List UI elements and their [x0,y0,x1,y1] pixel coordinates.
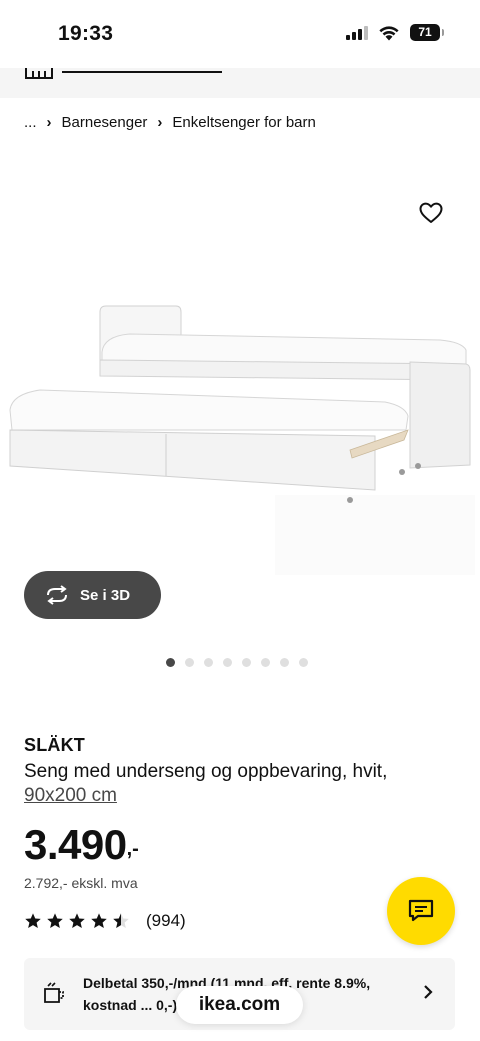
chat-icon [408,899,434,922]
carousel-dot[interactable] [242,658,251,667]
rating[interactable]: (994) [24,911,186,931]
carousel-dot[interactable] [261,658,270,667]
battery-icon: 71 [410,24,444,41]
carousel-dot[interactable] [166,658,175,667]
product-name: SLÄKT [24,735,85,755]
wifi-icon [379,25,399,40]
signal-icon [346,25,368,40]
carousel-dot[interactable] [299,658,308,667]
rating-count: (994) [146,911,186,930]
star-full-icon [47,913,63,929]
carousel-dot[interactable] [185,658,194,667]
price-main: 3.490 [24,821,127,868]
carousel-dot[interactable] [223,658,232,667]
chevron-right-icon: › [46,114,52,131]
rotate-3d-icon [47,585,67,605]
star-half-icon [113,913,129,929]
price-ex-vat: 2.792,- ekskl. mva [24,875,138,891]
price-suffix: ,- [126,838,139,860]
status-time: 19:33 [58,22,114,45]
header-strip [0,68,480,98]
view-3d-button[interactable]: Se i 3D [24,571,161,619]
price: 3.490 ,- [24,822,139,868]
view-3d-label: Se i 3D [80,586,131,604]
breadcrumb: ... › Barnesenger › Enkeltsenger for bar… [24,114,316,131]
heart-icon [419,202,443,223]
product-size-link[interactable]: 90x200 cm [24,784,117,808]
breadcrumb-ellipsis[interactable]: ... [24,114,37,131]
status-icons: 71 [346,24,444,41]
product-description: Seng med underseng og oppbevaring, hvit, [24,761,388,782]
star-full-icon [69,913,85,929]
chevron-right-icon [424,985,433,999]
store-icon [25,68,53,79]
carousel-dot[interactable] [280,658,289,667]
product-image[interactable] [0,290,480,580]
image-carousel-dots [166,658,308,667]
carousel-dot[interactable] [204,658,213,667]
header-link-underline [62,71,222,73]
star-full-icon [25,913,41,929]
breadcrumb-item-enkeltsenger[interactable]: Enkeltsenger for barn [172,114,315,131]
chevron-right-icon: › [157,114,163,131]
chat-button[interactable] [387,877,455,945]
favorite-button[interactable] [416,198,446,228]
payment-icon [44,982,64,1003]
browser-url-pill[interactable]: ikea.com [176,986,303,1024]
status-bar: 19:33 71 [0,0,480,68]
star-full-icon [91,913,107,929]
breadcrumb-item-barnesenger[interactable]: Barnesenger [62,114,148,131]
